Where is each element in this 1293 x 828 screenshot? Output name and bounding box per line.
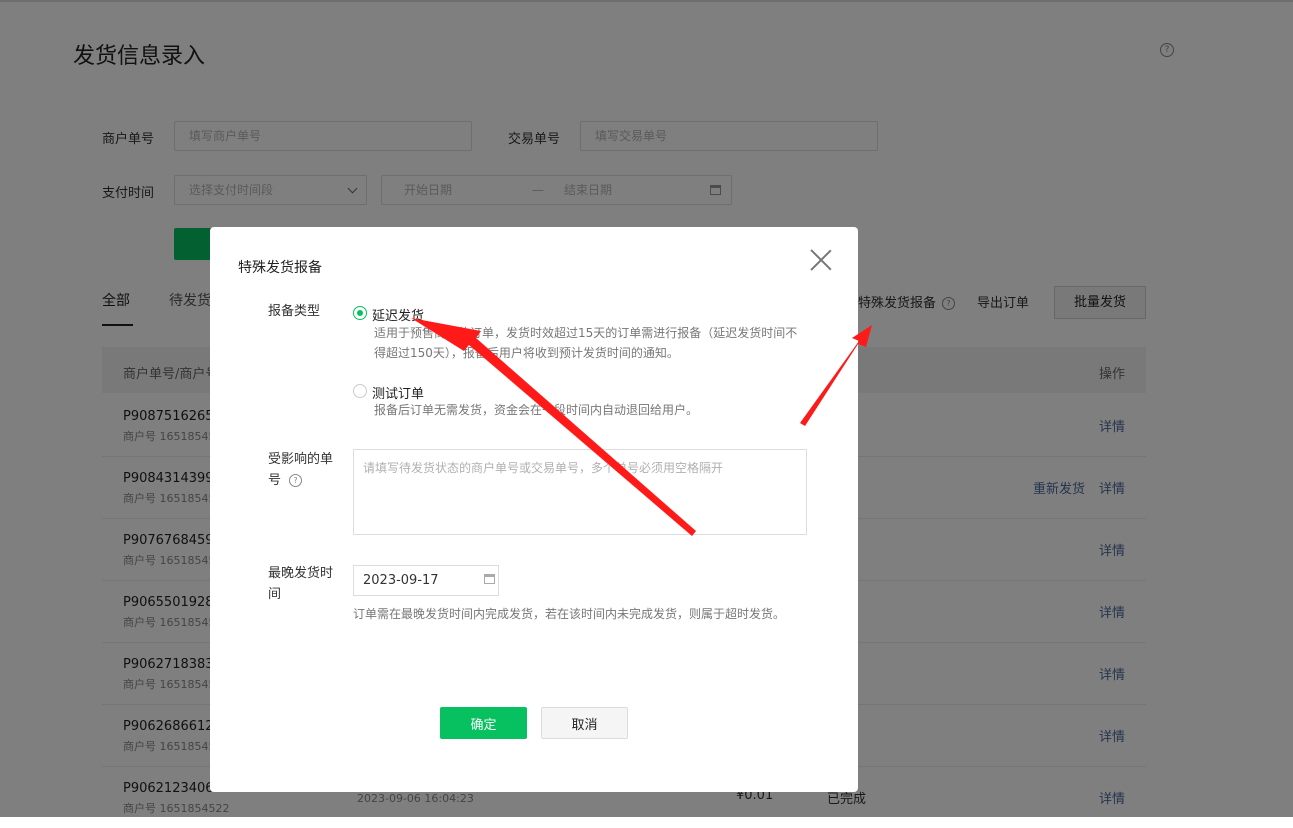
close-icon[interactable] (809, 248, 833, 272)
dialog-title: 特殊发货报备 (238, 260, 322, 276)
question-circle-icon[interactable]: ? (289, 474, 303, 487)
report-type-label: 报备类型 (268, 304, 321, 319)
test-order-desc: 报备后订单无需发货，资金会在一段时间内自动退回给用户。 (374, 403, 699, 417)
deadline-label: 最晚发货时间 (268, 566, 334, 602)
delay-shipping-label[interactable]: 延迟发货 (372, 305, 424, 324)
deadline-date-input[interactable] (353, 565, 499, 596)
affected-orders-label: 受影响的单号? (268, 449, 338, 491)
radio-delay-shipping[interactable] (353, 306, 367, 320)
affected-orders-input[interactable] (353, 449, 807, 535)
cancel-button[interactable]: 取消 (541, 707, 628, 739)
calendar-icon[interactable] (484, 574, 495, 584)
radio-test-order[interactable] (353, 384, 367, 398)
deadline-hint: 订单需在最晚发货时间内完成发货，若在该时间内未完成发货，则属于超时发货。 (353, 607, 786, 621)
special-report-dialog: 特殊发货报备 报备类型 延迟发货 适用于预售商品的订单，发货时效超过15天的订单… (210, 227, 858, 792)
confirm-button[interactable]: 确定 (440, 707, 527, 739)
delay-shipping-desc: 适用于预售商品的订单，发货时效超过15天的订单需进行报备（延迟发货时间不得超过1… (374, 326, 798, 360)
